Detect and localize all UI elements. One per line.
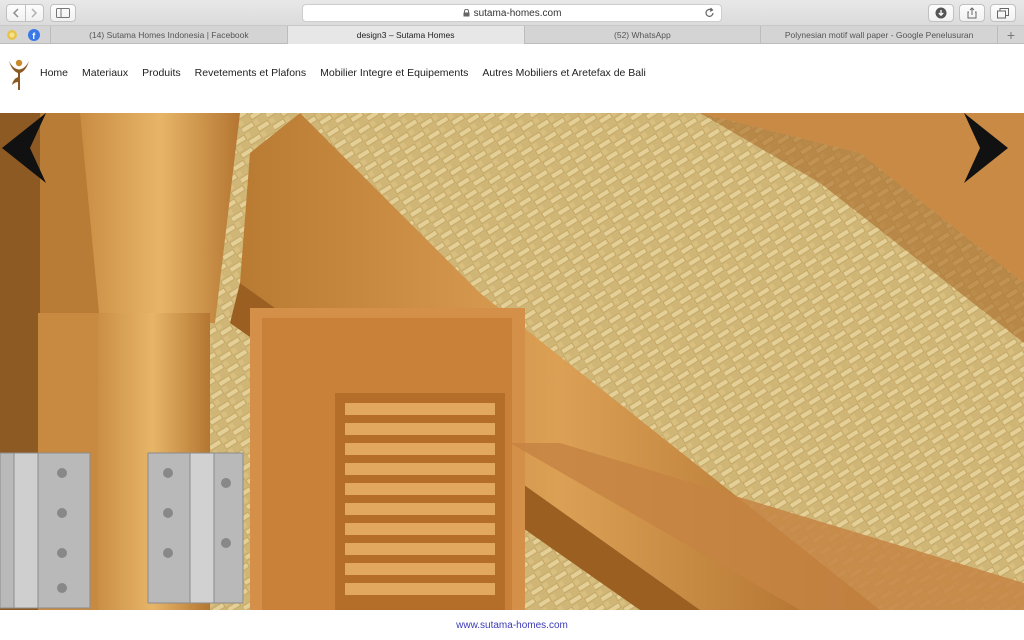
tab-whatsapp[interactable]: (52) WhatsApp (525, 26, 762, 44)
site-footer: www.sutama-homes.com (0, 610, 1024, 640)
nav-autres-mobiliers[interactable]: Autres Mobiliers et Aretefax de Bali (482, 67, 645, 79)
share-button[interactable] (959, 4, 985, 22)
footer-link[interactable]: www.sutama-homes.com (456, 620, 568, 631)
download-icon (935, 7, 947, 19)
forward-arrow-icon[interactable] (24, 5, 44, 21)
main-nav: Home Materiaux Produits Revetements et P… (40, 67, 660, 79)
hero-image (0, 113, 1024, 610)
nav-revetements[interactable]: Revetements et Plafons (195, 67, 306, 79)
sutama-logo-icon[interactable] (6, 57, 32, 93)
downloads-button[interactable] (928, 4, 954, 22)
sidebar-toggle-button[interactable] (50, 4, 76, 22)
tabs-icon (997, 7, 1009, 18)
hinge-right (147, 452, 244, 604)
slider-prev-icon[interactable] (0, 113, 48, 183)
url-text: sutama-homes.com (473, 7, 562, 19)
nav-mobilier-integre[interactable]: Mobilier Integre et Equipements (320, 67, 468, 79)
facebook-icon[interactable]: f (28, 29, 40, 41)
hinge-left (0, 452, 91, 609)
new-tab-button[interactable]: + (998, 26, 1024, 44)
lock-icon (463, 9, 470, 17)
nav-materiaux[interactable]: Materiaux (82, 67, 128, 79)
hero-slider (0, 113, 1024, 610)
history-nav (6, 4, 44, 22)
nav-home[interactable]: Home (40, 67, 68, 79)
favourites-area: f (0, 26, 51, 44)
sun-favicon-icon[interactable] (6, 29, 18, 41)
nav-produits[interactable]: Produits (142, 67, 181, 79)
tabs-overview-button[interactable] (990, 4, 1016, 22)
tab-facebook[interactable]: (14) Sutama Homes Indonesia | Facebook (51, 26, 288, 44)
address-bar[interactable]: sutama-homes.com (302, 4, 722, 22)
back-arrow-icon[interactable] (7, 5, 25, 21)
reload-icon[interactable] (704, 7, 715, 19)
tab-google-search[interactable]: Polynesian motif wall paper - Google Pen… (761, 26, 998, 44)
sidebar-icon (56, 8, 70, 18)
browser-toolbar: sutama-homes.com (0, 0, 1024, 26)
tab-design3[interactable]: design3 – Sutama Homes (287, 26, 525, 44)
share-icon (967, 7, 977, 19)
site-header: Home Materiaux Produits Revetements et P… (0, 45, 1024, 113)
slider-next-icon[interactable] (962, 113, 1010, 183)
tab-bar: f (14) Sutama Homes Indonesia | Facebook… (0, 26, 1024, 44)
